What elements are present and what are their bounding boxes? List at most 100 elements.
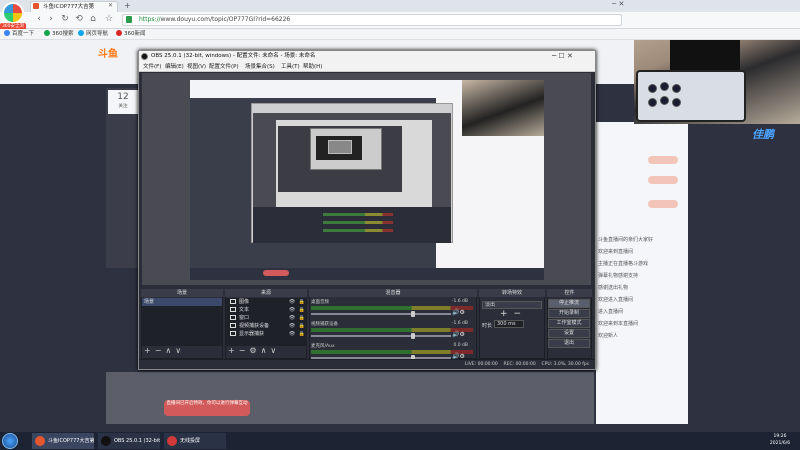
source-item[interactable]: 文本 👁 🔒 [228,306,308,314]
mixer-dock-title: 混音器 [309,289,477,297]
taskbar-label: 无线投屏 [180,438,201,444]
tab-favicon-icon [33,3,39,9]
obs-window-controls[interactable]: ─ ☐ ✕ [552,51,573,61]
menu-item[interactable]: 配置文件(P) [209,62,239,72]
channel-badge: 佳鹏 [752,128,774,141]
mixer-channel-db: -1.6 dB [451,299,468,304]
bookmark-icon [78,30,84,36]
menu-item[interactable]: 文件(F) [143,62,161,72]
browser-tab[interactable]: 斗鱼ICOP777大吉第 [30,1,118,12]
clock[interactable]: 19:26 2021/6/6 [762,433,798,447]
fader-knob[interactable] [411,333,415,339]
bookmark-label: 网页导航 [86,31,109,37]
transitions-dock-title: 转场特效 [479,289,545,297]
scenes-dock-title: 场景 [141,289,223,297]
taskbar-item[interactable]: 无线投屏 [164,433,226,449]
gift-pill[interactable] [648,200,678,208]
source-item[interactable]: 显示器捕获 👁 🔒 [228,330,308,338]
chat-message: 感谢送出礼物 [598,285,629,291]
volume-fader[interactable] [311,313,451,315]
source-item[interactable]: 视频捕获设备 👁 🔒 [228,322,308,330]
scene-toolbar[interactable]: +−∧∨ [141,346,223,356]
bookmark-label: 360新闻 [124,31,146,37]
gift-pill[interactable] [648,176,678,184]
bookmark-item[interactable]: 网页导航 [78,30,108,39]
window-controls[interactable]: ─ ✕ [612,0,634,12]
visibility-lock-icon[interactable]: 👁 🔒 [289,330,306,338]
back-icon[interactable]: ‹ [34,14,44,24]
menu-item[interactable]: 视图(V) [187,62,206,72]
camera-icon [230,323,236,328]
source-label: 窗口 [239,315,250,321]
browser-logo-icon[interactable] [2,2,24,24]
nested-capture-4 [328,140,352,154]
bookmark-icon [4,30,10,36]
text-icon [230,307,236,312]
bookmark-label: 360搜索 [52,31,74,37]
mixer-channel-db: -1.6 dB [451,321,468,326]
new-tab-icon[interactable]: + [124,1,131,10]
source-label: 视频捕获设备 [239,323,270,329]
taskbar-item[interactable]: 斗鱼ICOP777大吉第 [32,433,94,449]
controls-dock-title: 控件 [547,289,592,297]
bookmark-item[interactable]: 360新闻 [116,30,146,39]
forward-icon[interactable]: › [46,14,56,24]
menu-item[interactable]: 工具(T) [281,62,300,72]
menu-item[interactable]: 场景集合(S) [245,62,275,72]
obs-title-bar[interactable]: OBS 25.0.1 (32-bit, windows) - 配置文件: 未命名… [139,51,595,62]
source-label: 文本 [239,307,250,313]
duration-input[interactable]: 300 ms [494,320,524,328]
control-button[interactable]: 工作室模式 [548,319,590,328]
speaker-icon[interactable]: 🔊⚙ [452,331,465,338]
url-path: /topic/OP777GI?rid=66226 [209,16,291,23]
transition-add-remove[interactable]: +− [500,309,527,319]
home-icon[interactable]: ⌂ [88,14,98,24]
clock-date: 2021/6/6 [769,441,791,446]
url-host: www.douyu.com [160,16,210,23]
preview-notice [263,270,289,276]
viewer-box[interactable]: 12 关注 [108,90,138,114]
menu-item[interactable]: 帮助(H) [303,62,322,72]
taskbar-item[interactable]: OBS 25.0.1 (32-bit) [98,433,160,449]
tab-close-icon[interactable]: ✕ [108,2,113,9]
arcade-button [648,98,657,107]
chat-message: 主播正在直播格斗游戏 [598,261,649,267]
bookmark-item[interactable]: 360搜索 [44,30,74,39]
viewer-caption: 关注 [118,104,128,109]
obs-icon [141,53,148,60]
start-button[interactable] [2,433,18,449]
gift-pill[interactable] [648,156,678,164]
control-button[interactable]: 设置 [548,329,590,338]
site-logo[interactable]: 斗鱼 [98,45,134,63]
speaker-icon[interactable]: 🔊⚙ [452,309,465,316]
visibility-lock-icon[interactable]: 👁 🔒 [289,298,306,306]
visibility-lock-icon[interactable]: 👁 🔒 [289,306,306,314]
scene-item[interactable]: 场景 [142,298,222,306]
control-button[interactable]: 开始录制 [548,309,590,318]
control-button[interactable]: 退出 [548,339,590,348]
bookmark-item[interactable]: 百度一下 [4,30,34,39]
visibility-lock-icon[interactable]: 👁 🔒 [289,322,306,330]
url-bar[interactable]: https://www.douyu.com/topic/OP777GI?rid=… [122,14,622,26]
menu-item[interactable]: 编辑(E) [165,62,184,72]
control-button[interactable]: 停止推流 [548,299,590,308]
obs-menu-bar [139,62,595,72]
chat-message: 欢迎来到本直播间 [598,321,639,327]
window-icon [230,315,236,320]
transition-select[interactable]: 淡出 [482,301,542,309]
source-label: 显示器捕获 [239,331,265,337]
browser-icon [35,436,45,446]
volume-fader[interactable] [311,335,451,337]
viewer-count: 12 [117,92,129,102]
fader-knob[interactable] [411,311,415,317]
chat-message: 欢迎进入直播间 [598,297,634,303]
visibility-lock-icon[interactable]: 👁 🔒 [289,314,306,322]
source-toolbar[interactable]: +−⚙∧∨ [225,346,307,356]
notice-banner: 直播间已开启特效，你可以进行弹幕互动 [164,400,250,416]
monitor-icon [230,331,236,336]
reload-icon[interactable]: ⟲ [74,14,84,24]
source-item[interactable]: 窗口 👁 🔒 [228,314,308,322]
star-icon[interactable]: ☆ [104,14,114,24]
refresh-icon[interactable]: ↻ [60,14,70,24]
source-item[interactable]: 图像 👁 🔒 [228,298,308,306]
